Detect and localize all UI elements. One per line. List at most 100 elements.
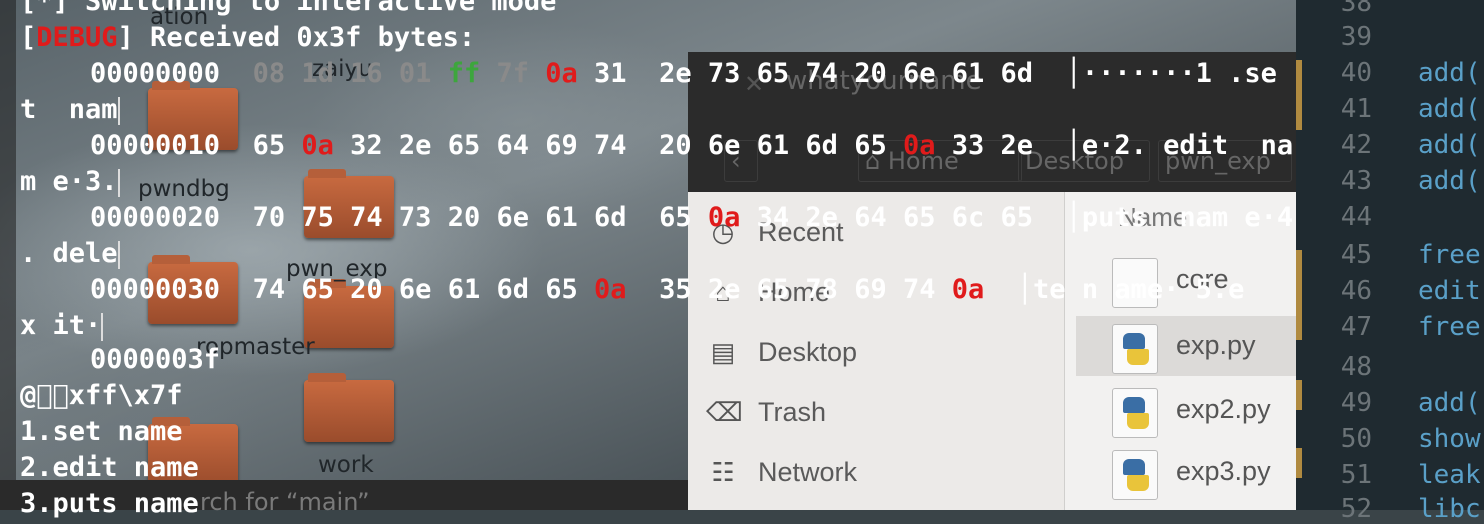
hex-byte: 74 (902, 274, 936, 305)
wrap-bar (101, 312, 104, 341)
hex-byte: 65 (756, 274, 790, 305)
line-number: 50 (1340, 424, 1372, 454)
hex-byte: 34 (756, 202, 790, 233)
menu-line: 3.puts name (20, 488, 199, 519)
hex-byte: 74 (350, 202, 383, 233)
hex-byte: 65 (902, 202, 936, 233)
hex-byte: 0a (301, 130, 334, 161)
hex-byte: 65 (1000, 202, 1034, 233)
hex-byte: 65 (545, 274, 578, 305)
hex-byte: 61 (447, 274, 481, 305)
hex-byte: 65 (252, 130, 286, 161)
debug-line: [DEBUG] Received 0x3f bytes: (20, 20, 475, 56)
hex-byte: 61 (756, 130, 790, 161)
menu-line: 1.set name (20, 416, 183, 447)
hex-byte: 6e (707, 130, 741, 161)
hex-byte: 6c (951, 202, 985, 233)
code-line: add( (1418, 130, 1481, 160)
hex-byte: ff (447, 58, 481, 89)
hex-byte: 6d (1000, 58, 1034, 89)
hex-byte: 2e (398, 130, 432, 161)
hex-byte: 64 (854, 202, 887, 233)
line-number: 46 (1340, 276, 1372, 306)
hex-byte: 2e (659, 58, 692, 89)
debug-tag: DEBUG (36, 22, 118, 53)
hex-byte: 61 (951, 58, 985, 89)
hex-byte: 75 (301, 202, 334, 233)
hex-byte: 73 (707, 58, 741, 89)
hex-byte: 0a (545, 58, 578, 89)
line-number: 42 (1340, 130, 1372, 160)
hex-byte: 69 (854, 274, 887, 305)
hex-byte: 20 (447, 202, 481, 233)
hex-byte: 2e (1000, 130, 1034, 161)
hex-byte: 74 (805, 58, 838, 89)
hex-byte: 6e (398, 274, 432, 305)
ascii-separator: │ (1049, 202, 1082, 233)
terminal-edge (0, 0, 16, 510)
wrap-bar (117, 240, 120, 269)
hex-byte: 20 (659, 130, 692, 161)
debug-message: ] Received 0x3f bytes: (117, 22, 476, 53)
hex-byte: 6d (594, 202, 627, 233)
code-line: libc (1418, 494, 1481, 524)
code-line: add( (1418, 388, 1481, 418)
hex-ascii-wrap-text: x it· (20, 310, 102, 341)
hex-ascii-wrap: . dele (20, 236, 120, 272)
hex-byte: 70 (252, 202, 286, 233)
hex-row: 00000020 70 75 74 73 20 6e 61 6d 65 0a 3… (90, 200, 1293, 236)
hex-byte: 65 (447, 130, 481, 161)
line-number: 45 (1340, 240, 1372, 270)
hex-row: 00000010 65 0a 32 2e 65 64 69 74 20 6e 6… (90, 128, 1293, 164)
hex-ascii-wrap: x it· (20, 308, 104, 344)
hex-byte: 74 (252, 274, 286, 305)
code-line: edit (1418, 276, 1481, 306)
hex-byte: 0a (707, 202, 741, 233)
hex-byte: 61 (545, 202, 578, 233)
hex-byte: 74 (594, 130, 627, 161)
hex-byte: 65 (659, 202, 692, 233)
code-line: free (1418, 240, 1481, 270)
hex-byte: 65 (854, 130, 887, 161)
hex-byte: 6e (496, 202, 529, 233)
hex-byte: 73 (398, 202, 432, 233)
hex-byte: 6d (805, 130, 838, 161)
hex-offset: 00000030 (90, 274, 221, 305)
ascii-separator: │ (1049, 130, 1082, 161)
hex-byte: 1d (301, 58, 334, 89)
search-hint: rch for “main” (200, 488, 370, 516)
wrap-bar (117, 168, 120, 197)
hex-byte: 0a (902, 130, 936, 161)
raw-output-line: @  xff\x7f (20, 380, 183, 411)
hex-byte: 2e (707, 274, 741, 305)
line-number: 38 (1340, 0, 1372, 18)
hex-byte: 65 (756, 58, 790, 89)
hex-offset: 00000000 (90, 58, 221, 89)
hex-byte: 2e (805, 202, 838, 233)
line-number: 44 (1340, 202, 1372, 232)
hex-ascii-wrap-text: . dele (20, 238, 118, 269)
code-line: add( (1418, 94, 1481, 124)
line-number: 49 (1340, 388, 1372, 418)
hex-byte: 0a (594, 274, 627, 305)
ascii-separator: │ (1000, 274, 1034, 305)
hex-byte: 33 (951, 130, 985, 161)
hex-byte: 6e (902, 58, 936, 89)
line-number: 39 (1340, 22, 1372, 52)
line-number: 41 (1340, 94, 1372, 124)
hex-ascii: te n ame· 5.e (1033, 274, 1245, 305)
line-number: 43 (1340, 166, 1372, 196)
hex-ascii: puts nam e·4 (1081, 202, 1294, 233)
hex-ascii-wrap: t nam (20, 92, 120, 128)
hex-byte: 65 (301, 274, 334, 305)
ascii-separator: │ (1049, 58, 1082, 89)
hex-row: 00000000 08 1d 16 01 ff 7f 0a 31 2e 73 6… (90, 56, 1277, 92)
terminal-output[interactable]: [*] Switching to interactive mode [DEBUG… (0, 0, 1300, 519)
hex-ascii-wrap: m e·3. (20, 164, 120, 200)
hex-byte: 32 (350, 130, 383, 161)
hex-byte: 64 (496, 130, 529, 161)
hex-offset: 00000010 (90, 130, 221, 161)
hex-byte: 08 (252, 58, 286, 89)
hex-byte: 35 (659, 274, 692, 305)
bracket: [ (20, 22, 37, 53)
